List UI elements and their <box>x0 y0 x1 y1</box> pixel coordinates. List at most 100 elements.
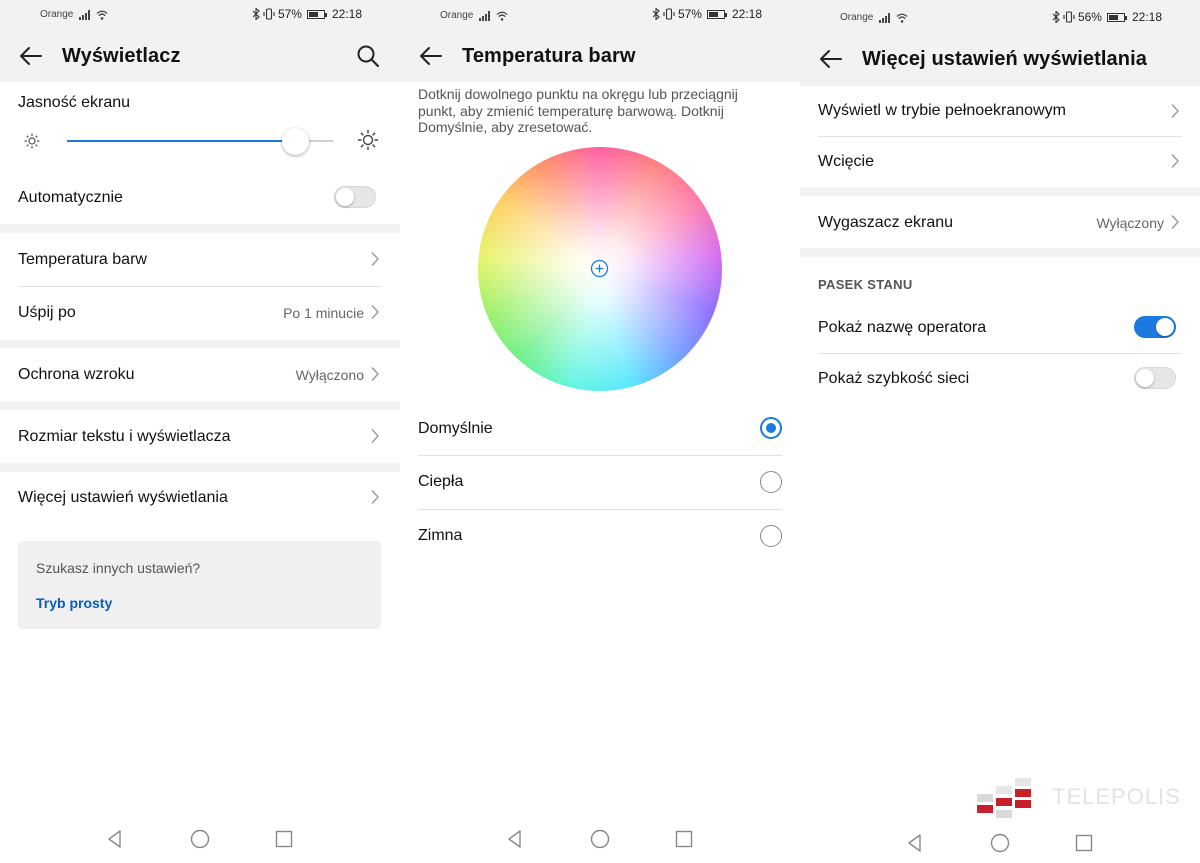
option-cold[interactable]: Zimna <box>400 510 800 563</box>
page-title: Więcej ustawień wyświetlania <box>862 48 1147 70</box>
chevron-right-icon <box>371 252 379 266</box>
option-radio[interactable] <box>760 471 782 493</box>
carrier-name: Orange <box>440 10 474 21</box>
more-display-settings-screen: Orange 56% 22:18 Więcej ustawień wyświet… <box>800 0 1200 863</box>
nav-home-icon[interactable] <box>189 828 211 850</box>
brightness-label: Jasność ekranu <box>18 94 131 111</box>
battery-percent: 57% <box>277 7 302 21</box>
back-arrow-icon[interactable] <box>818 47 844 71</box>
item-label: Wyświetl w trybie pełnoekranowym <box>818 102 1066 119</box>
chevron-right-icon <box>371 490 379 504</box>
chevron-right-icon <box>1171 215 1179 229</box>
settings-item-more-display[interactable]: Więcej ustawień wyświetlania <box>0 472 400 525</box>
network-speed-toggle[interactable] <box>1134 367 1176 389</box>
other-settings-card: Szukasz innych ustawień? Tryb prosty <box>18 541 381 629</box>
slider-fill <box>67 140 296 142</box>
item-label: Więcej ustawień wyświetlania <box>18 489 228 506</box>
toggle-label: Pokaż szybkość sieci <box>818 370 970 387</box>
toggle-label: Pokaż nazwę operatora <box>818 319 987 336</box>
settings-item-eye-comfort[interactable]: Ochrona wzroku Wyłączono <box>0 348 400 401</box>
clock: 22:18 <box>1131 10 1162 24</box>
sun-small-icon <box>24 133 40 149</box>
bluetooth-icon <box>1052 11 1060 23</box>
vibrate-icon <box>263 8 275 20</box>
back-arrow-icon[interactable] <box>18 44 44 68</box>
settings-item-screensaver[interactable]: Wygaszacz ekranu Wyłączony <box>800 196 1200 248</box>
page-title: Wyświetlacz <box>62 45 181 67</box>
nav-recents-icon[interactable] <box>273 828 295 850</box>
search-icon[interactable] <box>356 44 380 68</box>
back-arrow-icon[interactable] <box>418 44 444 68</box>
watermark-logo: TELEPOLIS <box>975 772 1185 822</box>
item-label: Uśpij po <box>18 304 76 321</box>
slider-thumb[interactable] <box>282 128 309 155</box>
simple-mode-link[interactable]: Tryb prosty <box>36 595 112 611</box>
bluetooth-icon <box>652 8 660 20</box>
nav-recents-icon[interactable] <box>1073 832 1095 854</box>
navigation-bar <box>400 820 800 860</box>
setting-show-operator[interactable]: Pokaż nazwę operatora <box>800 303 1200 353</box>
operator-name-toggle[interactable] <box>1134 316 1176 338</box>
status-bar: Orange 57% 22:18 <box>0 0 400 30</box>
option-label: Domyślnie <box>418 420 493 437</box>
brightness-slider[interactable] <box>67 128 333 156</box>
settings-item-notch[interactable]: Wcięcie <box>800 137 1200 187</box>
settings-item-text-size[interactable]: Rozmiar tekstu i wyświetlacza <box>0 410 400 463</box>
settings-item-sleep[interactable]: Uśpij po Po 1 minucie <box>0 287 400 340</box>
settings-item-color-temperature[interactable]: Temperatura barw <box>0 233 400 286</box>
chevron-right-icon <box>371 305 379 319</box>
option-radio[interactable] <box>760 417 782 439</box>
option-label: Ciepła <box>418 473 464 490</box>
option-radio[interactable] <box>760 525 782 547</box>
option-default[interactable]: Domyślnie <box>400 402 800 455</box>
brightness-section: Jasność ekranu Automatycznie <box>0 82 400 224</box>
item-label: Ochrona wzroku <box>18 366 135 383</box>
clock: 22:18 <box>731 7 762 21</box>
page-title: Temperatura barw <box>462 45 636 67</box>
carrier-name: Orange <box>840 12 874 23</box>
nav-home-icon[interactable] <box>589 828 611 850</box>
chevron-right-icon <box>371 429 379 443</box>
option-label: Zimna <box>418 527 463 544</box>
setting-show-speed[interactable]: Pokaż szybkość sieci <box>800 354 1200 404</box>
item-value: Wyłączony <box>1096 215 1164 231</box>
wheel-marker-icon[interactable] <box>590 259 609 278</box>
section-header-status-bar: PASEK STANU <box>818 277 913 292</box>
tip-question: Szukasz innych ustawień? <box>36 560 201 576</box>
item-value: Wyłączono <box>295 367 364 383</box>
vibrate-icon <box>663 8 675 20</box>
item-label: Temperatura barw <box>18 251 147 268</box>
battery-icon <box>1106 12 1127 22</box>
app-bar: Więcej ustawień wyświetlania <box>800 33 1200 85</box>
status-bar: Orange 57% 22:18 <box>400 0 800 30</box>
watermark-text: TELEPOLIS <box>1052 784 1181 809</box>
item-label: Wygaszacz ekranu <box>818 214 954 231</box>
battery-percent: 56% <box>1077 10 1102 24</box>
nav-recents-icon[interactable] <box>673 828 695 850</box>
status-bar: Orange 56% 22:18 <box>800 0 1200 30</box>
carrier-name: Orange <box>40 9 74 20</box>
wifi-icon <box>496 11 508 21</box>
sun-large-icon <box>358 130 378 150</box>
settings-item-fullscreen[interactable]: Wyświetl w trybie pełnoekranowym <box>800 86 1200 136</box>
battery-percent: 57% <box>677 7 702 21</box>
display-settings-screen: Orange 57% 22:18 Wyświetlacz Jasność ekr… <box>0 0 400 863</box>
nav-back-icon[interactable] <box>504 828 526 850</box>
battery-icon <box>306 9 327 19</box>
navigation-bar <box>0 820 400 860</box>
nav-home-icon[interactable] <box>989 832 1011 854</box>
option-warm[interactable]: Ciepła <box>400 456 800 509</box>
bluetooth-icon <box>252 8 260 20</box>
wifi-icon <box>896 13 908 23</box>
chevron-right-icon <box>1171 154 1179 168</box>
instruction-text: Dotknij dowolnego punktu na okręgu lub p… <box>418 86 738 135</box>
auto-brightness-toggle[interactable] <box>334 186 376 208</box>
app-bar: Wyświetlacz <box>0 30 400 82</box>
wifi-icon <box>96 10 108 20</box>
chevron-right-icon <box>371 367 379 381</box>
nav-back-icon[interactable] <box>904 832 926 854</box>
item-label: Wcięcie <box>818 153 875 170</box>
nav-back-icon[interactable] <box>104 828 126 850</box>
app-bar: Temperatura barw <box>400 30 800 82</box>
item-value: Po 1 minucie <box>283 305 364 321</box>
